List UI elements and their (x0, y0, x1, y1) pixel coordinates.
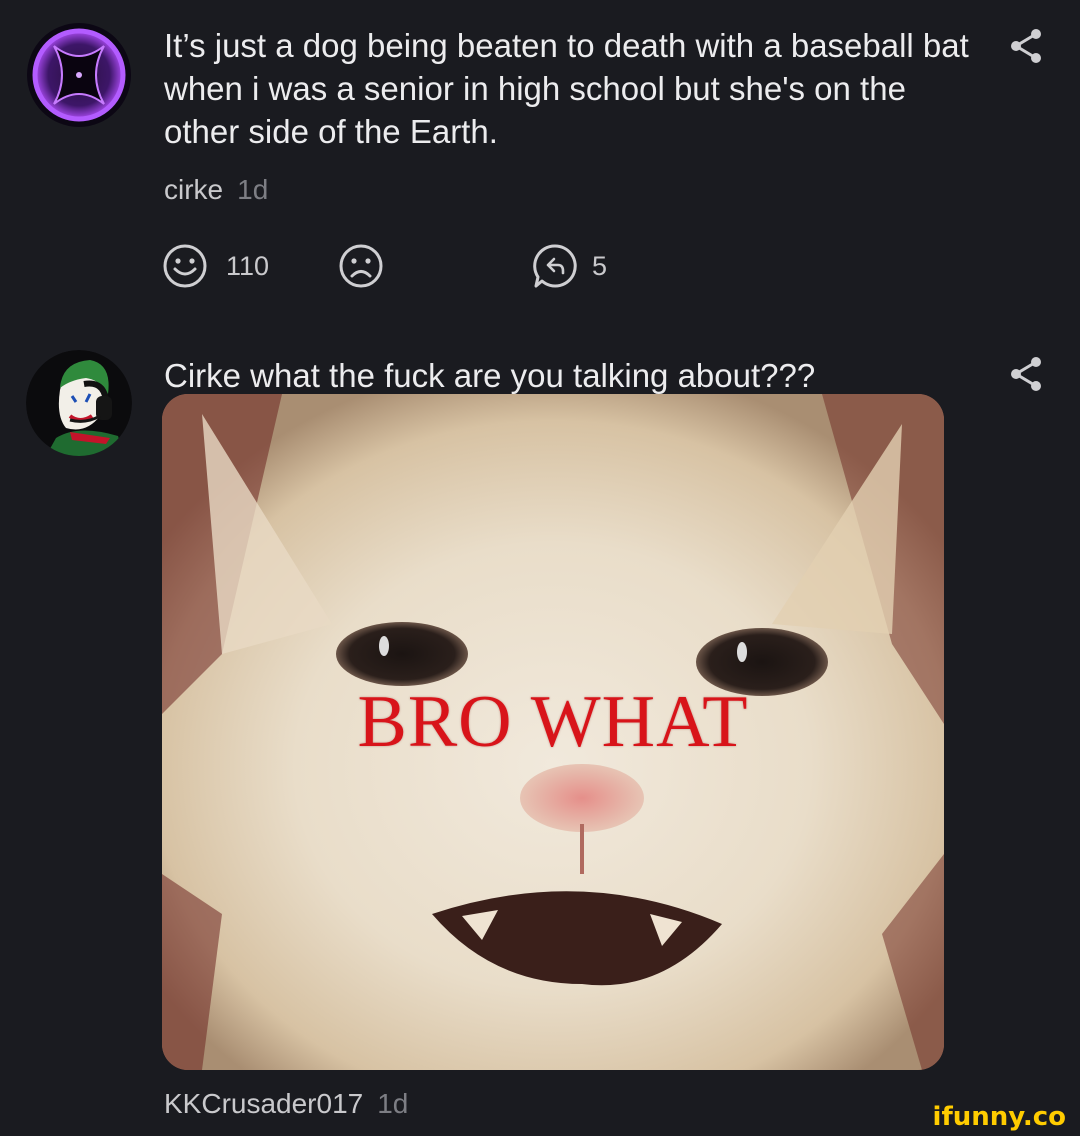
reply-button[interactable]: 5 (532, 242, 607, 290)
comment-meta: KKCrusader017 1d (164, 1088, 408, 1120)
joker-headset-icon (26, 350, 132, 456)
hourglass-orb-icon (27, 23, 131, 127)
comment-text: It’s just a dog being beaten to death wi… (164, 27, 969, 150)
reply-icon (533, 244, 577, 288)
ifunny-watermark: ifunny.co (932, 1102, 1066, 1132)
unsmile-button[interactable] (338, 242, 384, 290)
meme-caption: BRO WHAT (357, 681, 749, 763)
author-name[interactable]: cirke (164, 174, 223, 205)
share-button[interactable] (1006, 354, 1046, 394)
frown-icon (339, 244, 383, 288)
comment-meta: cirke 1d (164, 174, 268, 206)
user-avatar[interactable] (26, 22, 132, 128)
comment-image[interactable]: BRO WHAT (162, 394, 944, 1070)
comment-text: Cirke what the fuck are you talking abou… (164, 357, 816, 394)
share-icon (1011, 29, 1041, 63)
comment-thread: It’s just a dog being beaten to death wi… (0, 0, 1080, 1136)
comment: It’s just a dog being beaten to death wi… (0, 0, 1080, 320)
reply-count: 5 (592, 250, 608, 281)
share-button[interactable] (1006, 26, 1046, 66)
smile-icon (163, 244, 207, 288)
share-icon (1011, 357, 1041, 391)
timestamp: 1d (237, 174, 269, 205)
smile-button[interactable]: 110 (162, 242, 269, 290)
timestamp: 1d (377, 1088, 409, 1119)
author-name[interactable]: KKCrusader017 (164, 1088, 363, 1119)
comment-actions: 110 5 (162, 242, 662, 290)
user-avatar[interactable] (26, 350, 132, 456)
smile-count: 110 (226, 250, 270, 281)
